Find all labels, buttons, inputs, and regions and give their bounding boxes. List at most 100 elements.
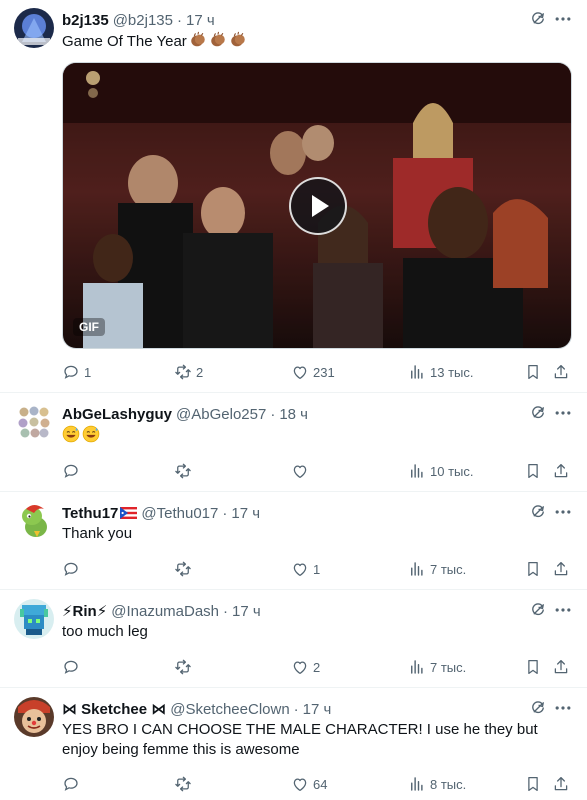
reply-icon — [62, 775, 80, 793]
share-button[interactable] — [552, 559, 570, 579]
action-bar: 1 7 тыс. — [62, 559, 573, 579]
repost-button[interactable] — [174, 559, 192, 579]
bookmark-icon — [524, 560, 542, 578]
grok-icon[interactable] — [529, 601, 547, 619]
like-button[interactable]: 231 — [291, 362, 335, 382]
post-rin[interactable]: ⚡Rin⚡ @InazumaDash · 17 ч too much leg 2… — [0, 591, 587, 688]
display-name[interactable]: b2j135 — [62, 12, 109, 29]
more-options-icon[interactable] — [553, 10, 573, 28]
reply-count: 1 — [84, 364, 92, 380]
views-button[interactable]: 7 тыс. — [408, 657, 466, 677]
post-tethu17[interactable]: Tethu17 @Tethu017 · 17 ч Thank you 1 7 т… — [0, 493, 587, 590]
user-handle[interactable]: @SketcheeClown — [170, 701, 289, 718]
reply-button[interactable]: 1 — [62, 362, 91, 382]
share-button[interactable] — [552, 774, 570, 794]
avatar[interactable] — [14, 8, 54, 48]
user-handle[interactable]: @AbGelo257 — [176, 406, 266, 423]
play-button[interactable] — [289, 177, 347, 235]
post-text — [62, 425, 567, 446]
post-text: Game Of The Year — [62, 31, 567, 52]
like-count: 2 — [313, 659, 321, 675]
repost-button[interactable] — [174, 774, 192, 794]
post-text: too much leg — [62, 623, 148, 640]
reply-button[interactable] — [62, 774, 80, 794]
views-icon — [408, 462, 426, 480]
more-options-icon[interactable] — [553, 699, 573, 717]
post-header: Tethu17 @Tethu017 · 17 ч — [62, 503, 260, 523]
user-handle[interactable]: @Tethu017 — [141, 505, 218, 522]
bookmark-button[interactable] — [524, 461, 542, 481]
repost-button[interactable] — [174, 461, 192, 481]
share-icon — [552, 560, 570, 578]
display-name[interactable]: ⚡Rin⚡ — [62, 602, 107, 620]
display-name[interactable]: ⋈ Sketchee ⋈ — [62, 700, 166, 718]
post-header: ⚡Rin⚡ @InazumaDash · 17 ч — [62, 601, 261, 621]
post-header: AbGeLashyguy @AbGelo257 · 18 ч — [62, 404, 308, 424]
views-button[interactable]: 7 тыс. — [408, 559, 466, 579]
bookmark-icon — [524, 658, 542, 676]
play-icon — [312, 195, 329, 217]
clapping-hands-icon — [189, 31, 207, 49]
more-options-icon[interactable] — [553, 503, 573, 521]
heart-icon — [291, 363, 309, 381]
post-time[interactable]: 17 ч — [232, 603, 261, 620]
bookmark-button[interactable] — [524, 559, 542, 579]
separator-dot: · — [270, 405, 276, 423]
views-count: 7 тыс. — [430, 659, 467, 675]
reply-icon — [62, 560, 80, 578]
avatar[interactable] — [14, 697, 54, 737]
share-button[interactable] — [552, 362, 570, 382]
reply-button[interactable] — [62, 657, 80, 677]
like-button[interactable]: 2 — [291, 657, 320, 677]
like-button[interactable]: 1 — [291, 559, 320, 579]
share-button[interactable] — [552, 657, 570, 677]
views-icon — [408, 363, 426, 381]
views-button[interactable]: 13 тыс. — [408, 362, 473, 382]
post-time[interactable]: 18 ч — [279, 406, 308, 423]
avatar[interactable] — [14, 402, 54, 442]
post-sketchee[interactable]: ⋈ Sketchee ⋈ @SketcheeClown · 17 ч YES B… — [0, 689, 587, 800]
views-button[interactable]: 8 тыс. — [408, 774, 466, 794]
repost-icon — [174, 658, 192, 676]
post-time[interactable]: 17 ч — [186, 12, 215, 29]
post-abgelashyguy[interactable]: AbGeLashyguy @AbGelo257 · 18 ч 10 тыс. — [0, 394, 587, 492]
display-name[interactable]: AbGeLashyguy — [62, 406, 172, 423]
sweat-smile-icon — [62, 425, 80, 443]
grok-icon[interactable] — [529, 699, 547, 717]
grok-icon[interactable] — [529, 404, 547, 422]
post-b2j135[interactable]: b2j135 @b2j135 · 17 ч Game Of The Year G… — [0, 0, 587, 393]
heart-icon — [291, 560, 309, 578]
avatar[interactable] — [14, 599, 54, 639]
bookmark-button[interactable] — [524, 774, 542, 794]
reply-feed: b2j135 @b2j135 · 17 ч Game Of The Year G… — [0, 0, 587, 800]
more-options-icon[interactable] — [553, 601, 573, 619]
bookmark-button[interactable] — [524, 362, 542, 382]
reply-button[interactable] — [62, 559, 80, 579]
like-count: 1 — [313, 561, 321, 577]
separator-dot: · — [222, 504, 228, 522]
post-text-content: Game Of The Year — [62, 33, 187, 50]
bookmark-icon — [524, 363, 542, 381]
reply-icon — [62, 363, 80, 381]
like-button[interactable] — [291, 461, 309, 481]
reply-button[interactable] — [62, 461, 80, 481]
grok-icon[interactable] — [529, 10, 547, 28]
user-handle[interactable]: @InazumaDash — [111, 603, 219, 620]
like-button[interactable]: 64 — [291, 774, 327, 794]
views-button[interactable]: 10 тыс. — [408, 461, 473, 481]
gif-media[interactable]: GIF — [62, 62, 572, 349]
gif-badge: GIF — [73, 318, 105, 336]
user-handle[interactable]: @b2j135 — [113, 12, 173, 29]
bookmark-button[interactable] — [524, 657, 542, 677]
post-time[interactable]: 17 ч — [231, 505, 260, 522]
action-bar: 10 тыс. — [62, 461, 573, 481]
views-count: 7 тыс. — [430, 561, 467, 577]
share-button[interactable] — [552, 461, 570, 481]
avatar[interactable] — [14, 501, 54, 541]
repost-button[interactable]: 2 — [174, 362, 203, 382]
repost-button[interactable] — [174, 657, 192, 677]
more-options-icon[interactable] — [553, 404, 573, 422]
display-name[interactable]: Tethu17 — [62, 505, 118, 522]
post-time[interactable]: 17 ч — [303, 701, 332, 718]
grok-icon[interactable] — [529, 503, 547, 521]
